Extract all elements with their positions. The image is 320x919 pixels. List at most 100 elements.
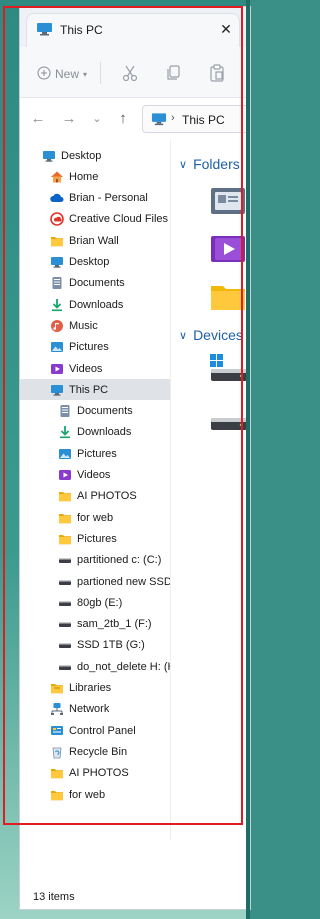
nav-item-label: Control Panel: [69, 724, 136, 737]
nav-item[interactable]: Home: [20, 166, 170, 187]
nav-item[interactable]: Videos: [20, 465, 170, 486]
windows-drive-icon[interactable]: [209, 353, 247, 390]
network-icon: [50, 702, 64, 716]
nav-item[interactable]: 80gb (E:): [20, 592, 170, 613]
nav-item[interactable]: Desktop: [20, 145, 170, 166]
folder-icon: [58, 532, 72, 546]
nav-item[interactable]: Desktop: [20, 252, 170, 273]
nav-item-label: Music: [69, 319, 98, 332]
nav-item[interactable]: partitioned c: (C:): [20, 550, 170, 571]
folder-icon: [58, 489, 72, 503]
new-label: New: [55, 67, 80, 81]
tab-title: This PC: [60, 23, 103, 37]
nav-item[interactable]: Pictures: [20, 528, 170, 549]
toolbar-divider: [100, 62, 101, 84]
nav-item-label: Documents: [69, 277, 125, 290]
nav-item[interactable]: Videos: [20, 358, 170, 379]
close-icon[interactable]: ✕: [216, 19, 236, 39]
nav-item[interactable]: SSD 1TB (G:): [20, 635, 170, 656]
nav-item[interactable]: Music: [20, 315, 170, 336]
nav-item[interactable]: Control Panel: [20, 720, 170, 741]
status-item-count: 13 items: [33, 891, 75, 903]
nav-item-label: Home: [69, 170, 99, 183]
nav-item[interactable]: Brian Wall: [20, 230, 170, 251]
nav-item-label: Recycle Bin: [69, 745, 128, 758]
folder-icon[interactable]: [209, 280, 247, 315]
nav-item[interactable]: Documents: [20, 401, 170, 422]
navigation-pane: Desktop Home Brian - Personal Creative Clou…: [20, 145, 170, 840]
nav-item[interactable]: Documents: [20, 273, 170, 294]
home-icon: [50, 170, 64, 184]
nav-item[interactable]: for web: [20, 784, 170, 805]
address-field[interactable]: › This PC: [142, 105, 250, 133]
downloads-icon: [58, 425, 72, 439]
folder-videos-icon[interactable]: [209, 232, 247, 267]
breadcrumb-chevron-icon: ›: [171, 112, 175, 124]
plus-circle-icon: [37, 66, 51, 83]
nav-item-label: Brian Wall: [69, 234, 119, 247]
nav-item-label: Downloads: [69, 298, 124, 311]
nav-item-label: Brian - Personal: [69, 192, 148, 205]
music-icon: [50, 319, 64, 333]
devices-section-header[interactable]: ∨ Devices a: [179, 327, 250, 343]
chevron-down-icon: ∨: [179, 158, 188, 171]
drive-icon: [58, 553, 72, 567]
nav-item[interactable]: This PC: [20, 379, 170, 401]
nav-item-label: AI PHOTOS: [77, 490, 137, 503]
copy-button[interactable]: [162, 61, 186, 85]
desktop-icon: [42, 149, 56, 163]
drive-icon: [58, 596, 72, 610]
nav-item[interactable]: Pictures: [20, 443, 170, 464]
folder-contacts-icon[interactable]: [209, 184, 247, 219]
nav-item-label: Documents: [77, 405, 133, 418]
videos-icon: [50, 362, 64, 376]
file-explorer-window: This PC ✕ New ▾ ← → ⌄ ↑ › This PC Deskto…: [20, 7, 250, 909]
recycle-bin-icon: [50, 745, 64, 759]
nav-item[interactable]: for web: [20, 507, 170, 528]
nav-item-label: SSD 1TB (G:): [77, 639, 145, 652]
pane-divider[interactable]: [170, 140, 171, 840]
creative-cloud-icon: [50, 212, 64, 227]
nav-item[interactable]: Creative Cloud Files: [20, 209, 170, 230]
nav-item-label: partitioned c: (C:): [77, 554, 162, 567]
tab-this-pc[interactable]: This PC ✕: [26, 13, 240, 47]
documents-icon: [50, 276, 64, 290]
nav-item[interactable]: sam_2tb_1 (F:): [20, 614, 170, 635]
nav-item[interactable]: AI PHOTOS: [20, 763, 170, 784]
nav-item[interactable]: Recycle Bin: [20, 741, 170, 762]
up-arrow-icon[interactable]: ↑: [114, 110, 132, 128]
nav-item-label: Pictures: [77, 532, 117, 545]
nav-item-label: 80gb (E:): [77, 596, 123, 609]
drive-icon: [58, 617, 72, 631]
new-button[interactable]: New ▾: [37, 64, 87, 84]
folder-icon: [58, 511, 72, 525]
paste-button[interactable]: [205, 61, 229, 85]
nav-item-label: Pictures: [69, 341, 109, 354]
nav-item[interactable]: AI PHOTOS: [20, 486, 170, 507]
devices-header-label: Devices a: [193, 327, 250, 343]
nav-item[interactable]: partioned new SSD 2: [20, 571, 170, 592]
nav-item[interactable]: Downloads: [20, 294, 170, 315]
nav-item[interactable]: Pictures: [20, 337, 170, 358]
cut-button[interactable]: [118, 61, 142, 85]
tab-strip: This PC ✕: [20, 7, 250, 47]
nav-item[interactable]: do_not_delete H: (H: [20, 656, 170, 677]
nav-item[interactable]: Network: [20, 699, 170, 720]
nav-item[interactable]: Libraries: [20, 678, 170, 699]
drive-icon[interactable]: [209, 410, 247, 439]
forward-arrow-icon[interactable]: →: [60, 110, 78, 128]
nav-item[interactable]: Brian - Personal: [20, 188, 170, 209]
recent-chevron-icon[interactable]: ⌄: [88, 110, 106, 128]
drive-icon: [58, 575, 72, 589]
this-pc-icon: [36, 22, 53, 36]
nav-item-label: Network: [69, 703, 110, 716]
back-arrow-icon[interactable]: ←: [29, 110, 47, 128]
this-pc-icon: [50, 383, 64, 397]
nav-item-label: Libraries: [69, 682, 112, 694]
folder-icon: [50, 788, 64, 802]
breadcrumb: This PC: [182, 113, 225, 127]
nav-item-label: Videos: [69, 362, 103, 375]
nav-item[interactable]: Downloads: [20, 422, 170, 443]
nav-item-label: for web: [69, 788, 106, 801]
folders-section-header[interactable]: ∨ Folders: [179, 156, 240, 172]
